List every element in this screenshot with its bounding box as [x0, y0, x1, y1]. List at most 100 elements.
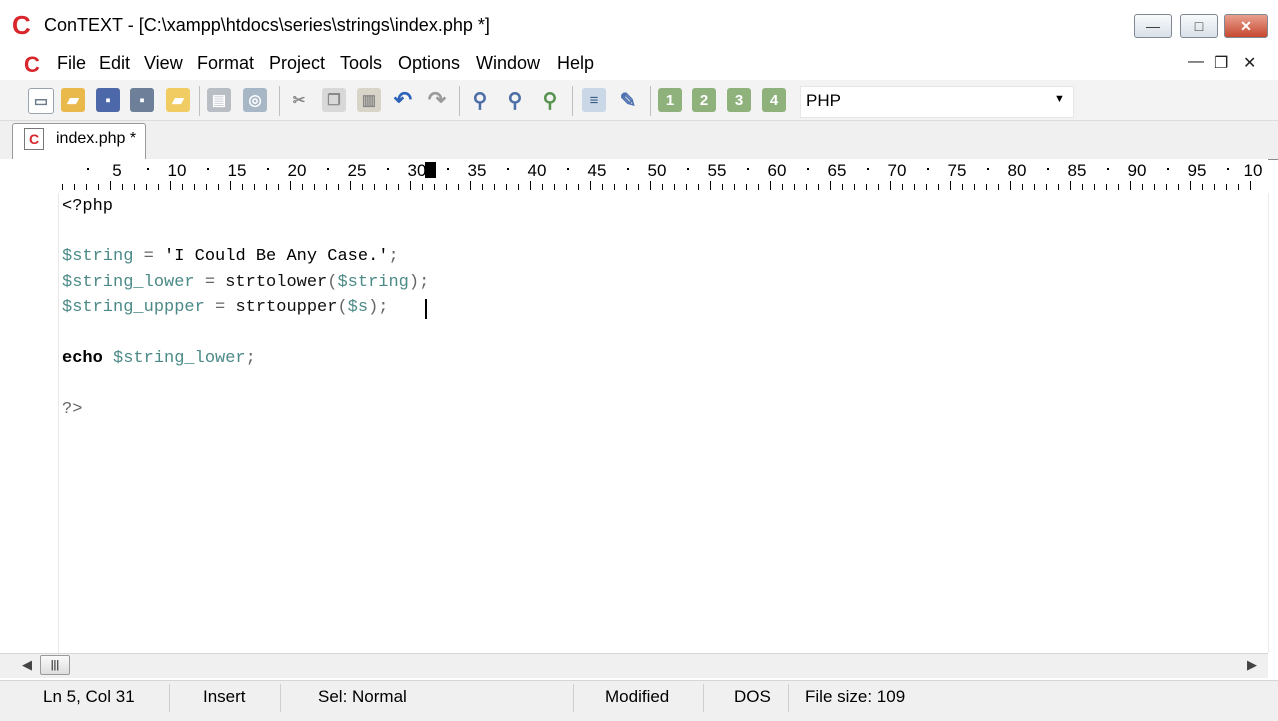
save-all-icon[interactable]: ▪: [130, 88, 154, 112]
menu-edit[interactable]: Edit: [99, 53, 130, 74]
code-text: strtolower: [225, 273, 328, 292]
user-command-3-icon[interactable]: 3: [727, 88, 751, 112]
code-text: );: [368, 298, 389, 317]
tab-strip: [0, 121, 1278, 160]
ruler-tick: [470, 181, 471, 190]
ruler-tick: [1214, 184, 1215, 190]
ruler-tick: [926, 184, 927, 190]
menu-project[interactable]: Project: [269, 53, 325, 74]
find-next-icon[interactable]: ⚲: [503, 88, 527, 112]
ruler-tick: [290, 181, 291, 190]
ruler-label: 85: [1067, 161, 1087, 180]
replace-icon[interactable]: ⚲: [538, 88, 562, 112]
code-text: $string: [337, 273, 409, 292]
close-button[interactable]: ✕: [1224, 14, 1268, 38]
print-icon[interactable]: ▤: [207, 88, 231, 112]
code-text: $string_lower: [113, 349, 246, 368]
menu-help[interactable]: Help: [557, 53, 594, 74]
scroll-left-icon[interactable]: ◀: [22, 657, 32, 673]
ruler-tick: [1238, 184, 1239, 190]
tab-label: index.php *: [56, 130, 137, 147]
horizontal-scroll-thumb[interactable]: |||: [40, 655, 70, 675]
user-command-1-icon[interactable]: 1: [658, 88, 682, 112]
toolbar-separator: [199, 86, 200, 116]
ruler-dot: [987, 168, 989, 170]
code-text: strtoupper: [235, 298, 338, 317]
status-selection: Sel: Normal: [318, 687, 407, 706]
file-compare-icon[interactable]: ≡: [582, 88, 606, 112]
ruler-dot: [627, 168, 629, 170]
cut-icon[interactable]: ✂: [287, 88, 311, 112]
ruler-label: 75: [947, 161, 967, 180]
ruler-tick: [1202, 184, 1203, 190]
ruler-label: 60: [767, 161, 787, 180]
ruler-tick: [1142, 184, 1143, 190]
horizontal-scrollbar[interactable]: [0, 653, 1268, 678]
maximize-button[interactable]: □: [1180, 14, 1218, 38]
ruler-tick: [890, 181, 891, 190]
ruler-tick: [1094, 184, 1095, 190]
ruler-tick: [314, 184, 315, 190]
ruler-tick: [554, 184, 555, 190]
user-command-2-icon[interactable]: 2: [692, 88, 716, 112]
ruler-dot: [87, 168, 89, 170]
ruler-tick: [1118, 184, 1119, 190]
minimize-button[interactable]: —: [1134, 14, 1172, 38]
ruler-dot: [387, 168, 389, 170]
tools-icon[interactable]: ✎: [616, 88, 640, 112]
ruler-tick: [302, 184, 303, 190]
save-icon[interactable]: ▪: [96, 88, 120, 112]
undo-icon[interactable]: ↶: [391, 87, 415, 112]
ruler-tick: [986, 184, 987, 190]
ruler-label: 95: [1187, 161, 1207, 180]
open-project-icon[interactable]: ▰: [166, 88, 190, 112]
chevron-down-icon[interactable]: ▼: [1054, 93, 1065, 105]
new-file-icon[interactable]: ▭: [28, 88, 54, 114]
menu-options[interactable]: Options: [398, 53, 460, 74]
ruler-tick: [806, 184, 807, 190]
highlighter-select[interactable]: [800, 86, 1074, 118]
toolbar-separator: [650, 86, 651, 116]
print-preview-icon[interactable]: ◎: [243, 88, 267, 112]
ruler-tick: [746, 184, 747, 190]
document-restore-button[interactable]: ❐: [1214, 53, 1228, 73]
menu-file[interactable]: File: [57, 53, 86, 74]
vertical-scrollbar[interactable]: [1268, 193, 1278, 653]
menu-bar: [0, 48, 1278, 80]
highlighter-value: PHP: [806, 91, 841, 110]
document-close-button[interactable]: ✕: [1243, 53, 1256, 73]
ruler-label: 65: [827, 161, 847, 180]
open-folder-icon[interactable]: ▰: [61, 88, 85, 112]
code-text: =: [204, 298, 236, 317]
ruler-tick: [1034, 184, 1035, 190]
document-minimize-button[interactable]: —: [1188, 53, 1204, 71]
user-command-4-icon[interactable]: 4: [762, 88, 786, 112]
code-text: 'I Could Be Any Case.': [164, 247, 389, 266]
scroll-right-icon[interactable]: ▶: [1247, 657, 1257, 673]
ruler-tick: [1130, 181, 1131, 190]
ruler-tick: [266, 184, 267, 190]
ruler-dot: [1107, 168, 1109, 170]
ruler-dot: [807, 168, 809, 170]
menu-tools[interactable]: Tools: [340, 53, 382, 74]
find-icon[interactable]: ⚲: [468, 88, 492, 112]
document-menu-icon[interactable]: C: [24, 52, 40, 78]
ruler-label: 10: [1243, 161, 1263, 180]
menu-view[interactable]: View: [144, 53, 183, 74]
status-separator: [788, 684, 789, 712]
ruler-tick: [1106, 184, 1107, 190]
menu-window[interactable]: Window: [476, 53, 540, 74]
ruler-tick: [362, 184, 363, 190]
ruler-tick: [998, 184, 999, 190]
redo-icon[interactable]: ↷: [425, 87, 449, 112]
ruler-tick: [530, 181, 531, 190]
copy-icon[interactable]: ❐: [322, 88, 346, 112]
paste-icon[interactable]: ▥: [357, 88, 381, 112]
status-mode: Insert: [203, 687, 246, 706]
ruler-dot: [507, 168, 509, 170]
menu-format[interactable]: Format: [197, 53, 254, 74]
ruler-dot: [927, 168, 929, 170]
ruler-tick: [722, 184, 723, 190]
code-line-5: $string_uppper = strtoupper($s);: [62, 296, 388, 320]
ruler-tick: [1190, 181, 1191, 190]
